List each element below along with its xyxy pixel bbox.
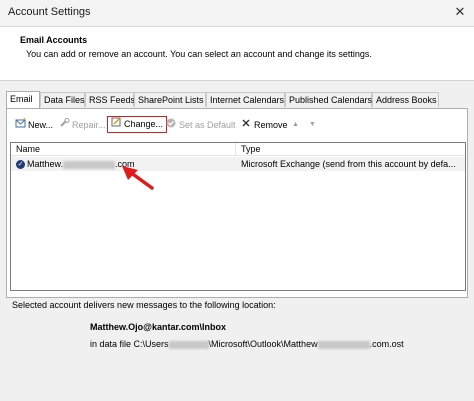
red-arrow-annotation — [122, 166, 154, 190]
set-as-default-label: Set as Default — [179, 120, 236, 130]
title-bar: Account Settings ✕ — [0, 0, 474, 27]
type-column-header[interactable]: Type — [236, 143, 465, 156]
data-file-path: in data file C:\Users \Microsoft\Outlook\… — [90, 339, 404, 349]
set-as-default-button[interactable]: Set as Default — [165, 117, 236, 133]
tab-email[interactable]: Email — [6, 91, 40, 108]
data-file-prefix: in data file C:\Users — [90, 339, 169, 349]
data-file-suffix: .com.ost — [369, 339, 404, 349]
section-title: Email Accounts — [20, 35, 88, 45]
redaction-patch — [186, 245, 241, 256]
default-account-check-icon: ✓ — [16, 160, 25, 170]
table-row[interactable]: ✓ Matthew. .com Microsoft Exchange (send f… — [11, 157, 465, 171]
name-column-header[interactable]: Name — [11, 143, 236, 156]
section-description: You can add or remove an account. You ca… — [26, 49, 372, 59]
check-circle-icon — [165, 117, 177, 133]
repair-button[interactable]: Repair... — [58, 117, 106, 133]
inbox-location: Matthew.Ojo@kantar.com\Inbox — [90, 322, 226, 332]
remove-label: Remove — [254, 120, 288, 130]
account-name-prefix: Matthew. — [27, 159, 64, 169]
remove-button[interactable]: Remove — [240, 117, 288, 133]
delivery-description: Selected account delivers new messages t… — [12, 300, 276, 310]
wrench-icon — [58, 117, 70, 133]
change-label: Change... — [124, 119, 164, 129]
header-area: Email Accounts You can add or remove an … — [0, 27, 474, 81]
redacted-text — [168, 340, 209, 349]
new-label: New... — [28, 120, 54, 130]
account-type-cell: Microsoft Exchange (send from this accou… — [241, 159, 456, 169]
accounts-list[interactable]: Name Type ✓ Matthew. .com Microsoft Exchan… — [10, 142, 466, 291]
redacted-text — [317, 340, 370, 349]
up-arrow-icon: ▲ — [292, 121, 299, 128]
tab-data-files[interactable]: Data Files — [40, 92, 85, 107]
change-button[interactable]: Change... — [107, 116, 168, 133]
tab-rss-feeds[interactable]: RSS Feeds — [85, 92, 135, 107]
tab-sharepoint-lists[interactable]: SharePoint Lists — [134, 92, 206, 107]
change-icon — [110, 117, 122, 132]
new-icon — [14, 117, 26, 133]
x-icon — [240, 117, 252, 133]
tab-published-calendars[interactable]: Published Calendars — [285, 92, 372, 107]
account-name-cell: ✓ Matthew. .com — [16, 157, 135, 171]
tab-internet-calendars[interactable]: Internet Calendars — [206, 92, 285, 107]
window-title: Account Settings — [8, 6, 91, 18]
new-button[interactable]: New... — [14, 117, 53, 133]
redacted-text — [63, 160, 116, 169]
move-up-button[interactable]: ▲ — [292, 117, 299, 133]
repair-label: Repair... — [72, 120, 106, 130]
down-arrow-icon: ▼ — [309, 121, 316, 128]
data-file-middle: \Microsoft\Outlook\Matthew — [208, 339, 318, 349]
close-button[interactable]: ✕ — [452, 4, 468, 20]
move-down-button[interactable]: ▼ — [309, 117, 316, 133]
tab-address-books[interactable]: Address Books — [372, 92, 439, 107]
